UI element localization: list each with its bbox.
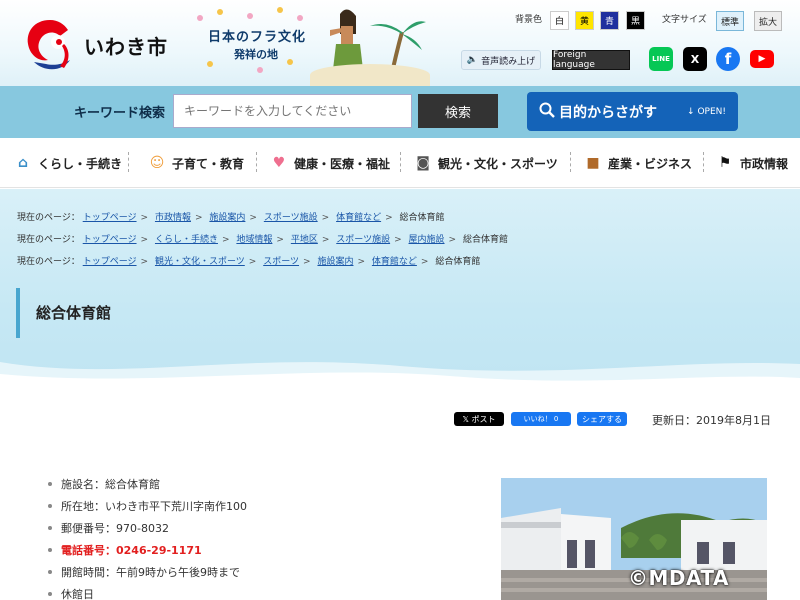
breadcrumb-link[interactable]: 施設案内 — [317, 257, 353, 267]
nav-item-business[interactable]: ■ 産業・ビジネス — [582, 150, 692, 176]
search-button[interactable]: 検索 — [418, 94, 498, 128]
wave-decoration — [0, 362, 800, 394]
camera-icon: ◙ — [416, 155, 430, 171]
bullet-icon — [48, 592, 52, 596]
list-item: 施設名：総合体育館 — [48, 476, 160, 492]
speech-button[interactable]: 🔈 音声読み上げ — [461, 50, 541, 70]
breadcrumb-link[interactable]: 屋内施設 — [409, 235, 445, 245]
facebook-icon[interactable]: f — [716, 47, 740, 71]
banner-title: 日本のフラ文化 — [208, 30, 307, 45]
hula-banner: 日本のフラ文化 発祥の地 — [190, 4, 430, 86]
list-item: 開館時間：午前9時から午後9時まで — [48, 564, 240, 580]
bg-color-white-button[interactable]: 白 — [550, 11, 569, 30]
bg-color-blue-button[interactable]: 青 — [600, 11, 619, 30]
nav-item-tourism[interactable]: ◙ 観光・文化・スポーツ — [412, 150, 558, 176]
breadcrumb-link[interactable]: 地域情報 — [236, 235, 272, 245]
bullet-icon — [48, 504, 52, 508]
nav-item-health[interactable]: ♥ 健康・医療・福祉 — [268, 150, 390, 176]
breadcrumb-link[interactable]: 市政情報 — [155, 213, 191, 223]
text-size-label: 文字サイズ — [662, 15, 707, 25]
list-item: 休館日 — [48, 586, 94, 600]
x-icon[interactable]: X — [683, 47, 707, 71]
briefcase-icon: ■ — [586, 155, 600, 171]
breadcrumb-link[interactable]: 施設案内 — [209, 213, 245, 223]
heart-hand-icon: ♥ — [272, 155, 286, 171]
breadcrumb-link[interactable]: トップページ — [83, 235, 137, 245]
nav-divider — [570, 152, 571, 172]
speech-button-label: 音声読み上げ — [481, 56, 536, 67]
breadcrumb-link[interactable]: 体育館など — [372, 257, 417, 267]
breadcrumb-current: 総合体育館 — [435, 257, 481, 267]
breadcrumb-link[interactable]: トップページ — [83, 213, 137, 223]
breadcrumb: 現在のページ： トップページ > 観光・文化・スポーツ > スポーツ > 施設案内 > … — [17, 257, 481, 267]
bg-color-label: 背景色 — [515, 15, 543, 25]
facebook-share-button[interactable]: シェアする — [577, 412, 627, 426]
nav-item-childcare[interactable]: ☺ 子育て・教育 — [146, 150, 244, 176]
breadcrumb-link[interactable]: トップページ — [83, 257, 137, 267]
bg-color-black-button[interactable]: 黒 — [626, 11, 645, 30]
beach-sand — [310, 64, 430, 86]
breadcrumb-link[interactable]: くらし・手続き — [155, 235, 218, 245]
search-icon — [539, 102, 555, 121]
breadcrumb-link[interactable]: 体育館など — [336, 213, 381, 223]
facebook-like-button[interactable]: いいね！ 0 — [511, 412, 571, 426]
breadcrumb-link[interactable]: スポーツ施設 — [336, 235, 390, 245]
list-item: 所在地：いわき市平下荒川字南作100 — [48, 498, 247, 514]
breadcrumb-current: 総合体育館 — [399, 213, 445, 223]
search-label: キーワード検索 — [74, 106, 166, 121]
updated-date: 更新日：2019年8月1日 — [652, 414, 771, 427]
breadcrumb-link[interactable]: スポーツ — [263, 257, 299, 267]
bg-color-yellow-button[interactable]: 黄 — [575, 11, 594, 30]
breadcrumb-current: 総合体育館 — [462, 235, 508, 245]
text-size-standard-button[interactable]: 標準 — [716, 11, 745, 31]
purpose-label: 目的からさがす — [559, 104, 657, 121]
nav-item-living[interactable]: ⌂ くらし・手続き — [12, 150, 122, 176]
purpose-search-button[interactable]: 目的からさがす ↓ OPEN! — [527, 92, 738, 131]
city-emblem-icon — [24, 16, 76, 74]
bullet-icon — [48, 482, 52, 486]
speaker-icon: 🔈 — [466, 55, 479, 65]
baby-icon: ☺ — [149, 155, 165, 171]
phone-number: 電話番号：0246-29-1171 — [48, 542, 202, 558]
nav-divider — [703, 152, 704, 172]
list-item: 郵便番号：970-8032 — [48, 520, 169, 536]
nav-divider — [400, 152, 401, 172]
x-share-button[interactable]: 𝕏 ポスト — [454, 412, 504, 426]
youtube-icon[interactable]: ▶ — [750, 50, 774, 68]
text-size-large-button[interactable]: 拡大 — [754, 11, 783, 31]
site-logo[interactable]: いわき市 — [24, 16, 168, 74]
bullet-icon — [48, 526, 52, 530]
nav-item-city-info[interactable]: ⚑ 市政情報 — [714, 150, 788, 176]
banner-subtitle: 発祥の地 — [234, 48, 278, 61]
bullet-icon — [48, 570, 52, 574]
breadcrumb: 現在のページ： トップページ > くらし・手続き > 地域情報 > 平地区 > スポーツ… — [17, 235, 508, 245]
logo-text: いわき市 — [84, 34, 168, 59]
breadcrumb-link[interactable]: 平地区 — [291, 235, 318, 245]
watermark: ©MDATA — [628, 566, 729, 590]
nav-divider — [128, 152, 129, 172]
page-title: 総合体育館 — [36, 304, 112, 322]
nav-divider — [256, 152, 257, 172]
foreign-language-button[interactable]: Foreign language — [552, 50, 630, 70]
line-icon[interactable]: LINE — [649, 47, 673, 71]
flag-icon: ⚑ — [718, 155, 732, 171]
house-icon: ⌂ — [17, 155, 29, 171]
breadcrumb: 現在のページ： トップページ > 市政情報 > 施設案内 > スポーツ施設 > 体育館な… — [17, 213, 445, 223]
bullet-icon — [48, 548, 52, 552]
search-input[interactable] — [173, 94, 412, 128]
breadcrumb-link[interactable]: 観光・文化・スポーツ — [155, 257, 245, 267]
open-label: ↓ OPEN! — [687, 106, 726, 117]
breadcrumb-link[interactable]: スポーツ施設 — [264, 213, 318, 223]
